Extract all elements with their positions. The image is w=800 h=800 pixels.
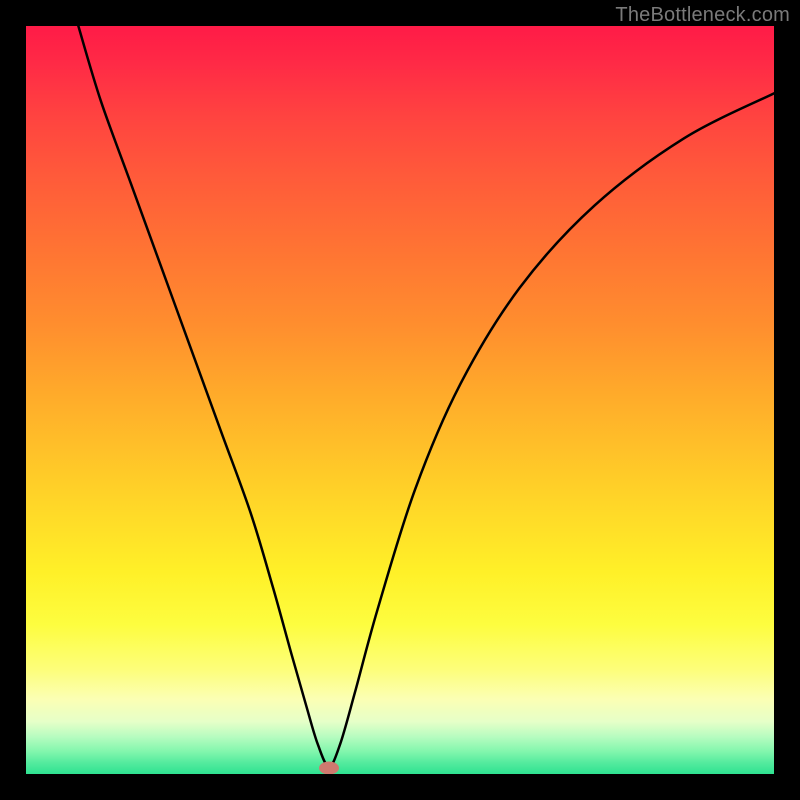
watermark-text: TheBottleneck.com	[615, 4, 790, 27]
heat-gradient-background	[26, 26, 774, 774]
optimum-marker	[319, 762, 339, 774]
chart-frame: TheBottleneck.com	[0, 0, 800, 800]
plot-area	[26, 26, 774, 774]
